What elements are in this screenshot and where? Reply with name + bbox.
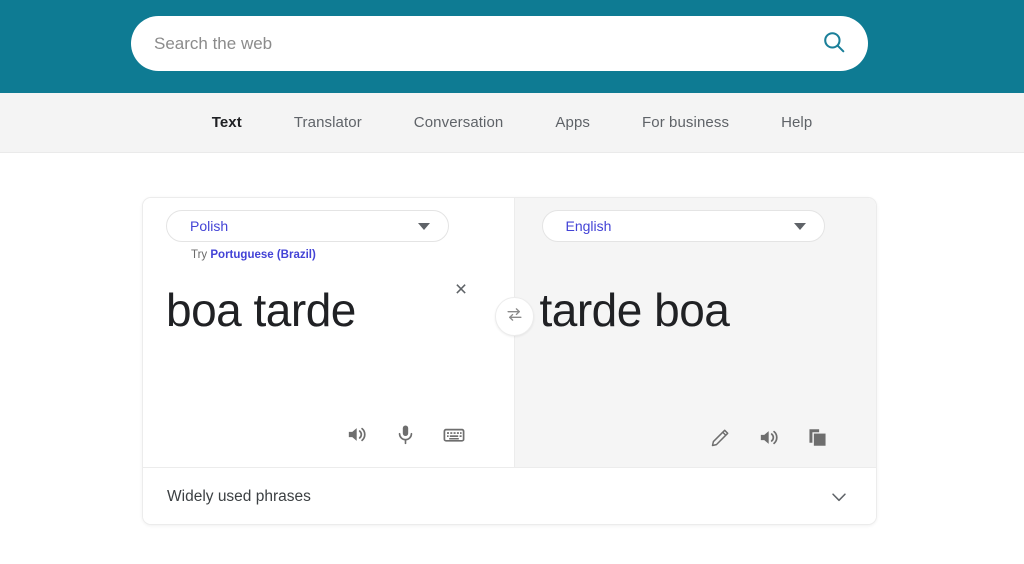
- copy-translation-button[interactable]: [805, 426, 831, 452]
- source-text[interactable]: boa tarde: [166, 283, 356, 337]
- nav-item-translator[interactable]: Translator: [268, 114, 388, 131]
- nav-item-text[interactable]: Text: [186, 114, 268, 131]
- suggestion-language-link[interactable]: Portuguese (Brazil): [210, 249, 315, 261]
- source-language-label: Polish: [190, 218, 229, 234]
- top-header-bar: [0, 0, 1024, 93]
- speaker-icon: [757, 426, 780, 452]
- nav-item-for-business[interactable]: For business: [616, 114, 755, 131]
- chevron-down-icon[interactable]: [826, 484, 852, 510]
- source-pane: Polish Try Portuguese (Brazil) boa tarde…: [143, 198, 534, 467]
- language-suggestion[interactable]: Try Portuguese (Brazil): [191, 249, 316, 261]
- nav-item-conversation[interactable]: Conversation: [388, 114, 530, 131]
- target-actions: [707, 426, 831, 452]
- edit-translation-button[interactable]: [707, 426, 733, 452]
- source-language-dropdown[interactable]: Polish: [166, 210, 449, 242]
- clear-text-button[interactable]: ×: [448, 276, 474, 302]
- translation-panes: Polish Try Portuguese (Brazil) boa tarde…: [143, 198, 876, 468]
- search-bar[interactable]: [131, 16, 868, 71]
- keyboard-button[interactable]: [441, 423, 467, 449]
- speaker-icon: [345, 423, 368, 449]
- widely-used-phrases-row[interactable]: Widely used phrases: [143, 468, 876, 524]
- main-nav: Text Translator Conversation Apps For bu…: [0, 93, 1024, 153]
- nav-item-apps[interactable]: Apps: [529, 114, 616, 131]
- widely-used-phrases-label: Widely used phrases: [167, 487, 311, 505]
- close-icon: ×: [454, 277, 468, 301]
- source-listen-button[interactable]: [343, 423, 369, 449]
- chevron-down-icon: [793, 222, 806, 230]
- search-button[interactable]: [806, 16, 868, 71]
- microphone-icon: [394, 423, 417, 449]
- swap-arrows-icon: [505, 305, 524, 329]
- copy-icon: [806, 426, 829, 452]
- chevron-down-icon: [418, 222, 430, 230]
- suggestion-prefix: Try: [191, 249, 208, 261]
- search-input[interactable]: [131, 16, 806, 71]
- target-pane: English tarde boa: [513, 198, 876, 467]
- nav-item-help[interactable]: Help: [755, 114, 838, 131]
- pencil-icon: [709, 427, 731, 452]
- target-language-label: English: [565, 218, 612, 234]
- microphone-button[interactable]: [392, 423, 418, 449]
- target-listen-button[interactable]: [756, 426, 782, 452]
- keyboard-icon: [442, 423, 466, 450]
- translated-text: tarde boa: [539, 284, 730, 336]
- swap-languages-button[interactable]: [495, 297, 534, 336]
- source-actions: [343, 423, 467, 449]
- target-language-dropdown[interactable]: English: [541, 210, 825, 242]
- translator-card: Polish Try Portuguese (Brazil) boa tarde…: [142, 197, 877, 525]
- search-icon: [821, 29, 847, 58]
